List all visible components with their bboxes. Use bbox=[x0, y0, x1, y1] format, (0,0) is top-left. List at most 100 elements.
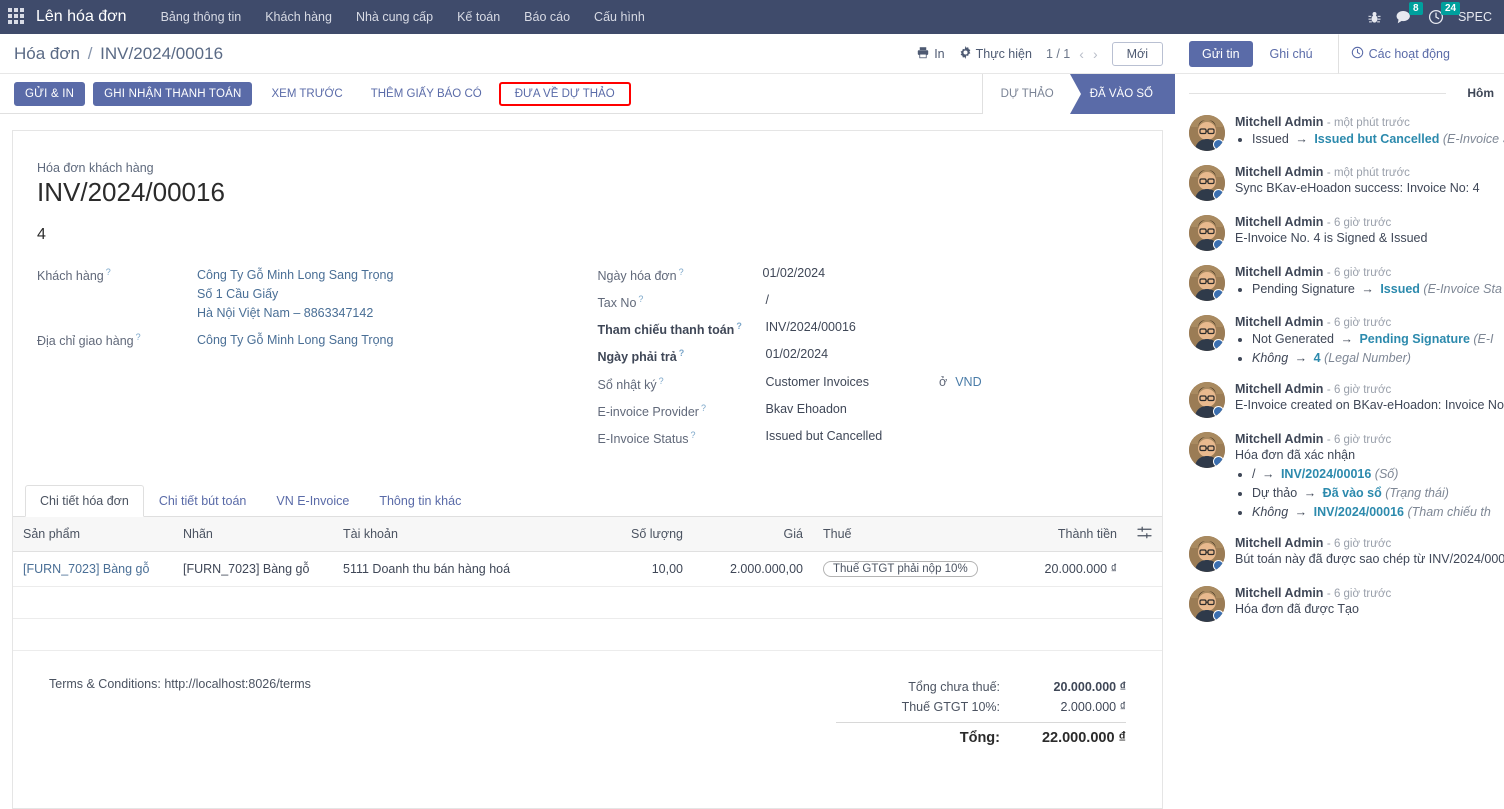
list-item[interactable]: Mitchell Admin - 6 giờ trước E-Invoice N… bbox=[1175, 208, 1504, 258]
field-payment-reference-value[interactable]: INV/2024/00016 bbox=[763, 320, 856, 334]
nav-item-customers[interactable]: Khách hàng bbox=[253, 0, 344, 34]
cell-label[interactable]: [FURN_7023] Bàng gỗ bbox=[173, 552, 333, 587]
avatar[interactable] bbox=[1189, 115, 1225, 151]
reset-to-draft-button[interactable]: ĐƯA VỀ DỰ THẢO bbox=[499, 82, 631, 106]
help-icon[interactable]: ? bbox=[691, 430, 696, 440]
status-posted[interactable]: ĐÃ VÀO SỔ bbox=[1070, 74, 1175, 114]
column-product[interactable]: Sản phẩm bbox=[13, 517, 173, 552]
list-item[interactable]: Mitchell Admin - 6 giờ trước E-Invoice c… bbox=[1175, 375, 1504, 425]
column-account[interactable]: Tài khoản bbox=[333, 517, 583, 552]
cell-quantity[interactable]: 10,00 bbox=[583, 552, 693, 587]
list-item[interactable]: Mitchell Admin - 6 giờ trước Hóa đơn đã … bbox=[1175, 425, 1504, 529]
field-due-date-label: Ngày phải trả? bbox=[598, 347, 763, 364]
column-label[interactable]: Nhãn bbox=[173, 517, 333, 552]
message-author[interactable]: Mitchell Admin bbox=[1235, 165, 1323, 179]
chevron-left-icon[interactable]: ‹ bbox=[1079, 46, 1084, 62]
field-einvoice-status-value[interactable]: Issued but Cancelled bbox=[763, 429, 883, 443]
column-price[interactable]: Giá bbox=[693, 517, 813, 552]
avatar[interactable] bbox=[1189, 315, 1225, 351]
help-icon[interactable]: ? bbox=[679, 348, 685, 358]
table-row-empty[interactable] bbox=[13, 619, 1162, 651]
avatar[interactable] bbox=[1189, 265, 1225, 301]
message-author[interactable]: Mitchell Admin bbox=[1235, 382, 1323, 396]
list-item[interactable]: Mitchell Admin - 6 giờ trước Pending Sig… bbox=[1175, 258, 1504, 308]
tab-other-info[interactable]: Thông tin khác bbox=[364, 485, 476, 517]
avatar[interactable] bbox=[1189, 432, 1225, 468]
message-author[interactable]: Mitchell Admin bbox=[1235, 115, 1323, 129]
table-row[interactable]: [FURN_7023] Bàng gỗ [FURN_7023] Bàng gỗ … bbox=[13, 552, 1162, 587]
message-author[interactable]: Mitchell Admin bbox=[1235, 586, 1323, 600]
cell-account[interactable]: 5111 Doanh thu bán hàng hoá bbox=[333, 552, 583, 587]
column-subtotal[interactable]: Thành tiền bbox=[993, 517, 1127, 552]
help-icon[interactable]: ? bbox=[736, 321, 742, 331]
notebook: Chi tiết hóa đơn Chi tiết bút toán VN E-… bbox=[13, 484, 1162, 651]
app-brand-name[interactable]: Lên hóa đơn bbox=[36, 8, 127, 26]
bug-icon[interactable] bbox=[1367, 10, 1382, 25]
register-payment-button[interactable]: GHI NHẬN THANH TOÁN bbox=[93, 82, 252, 106]
list-item[interactable]: Mitchell Admin - 6 giờ trước Hóa đơn đã … bbox=[1175, 579, 1504, 629]
new-button[interactable]: Mới bbox=[1112, 42, 1163, 66]
action-button[interactable]: Thực hiện bbox=[959, 46, 1032, 62]
nav-item-vendors[interactable]: Nhà cung cấp bbox=[344, 0, 445, 34]
column-quantity[interactable]: Số lượng bbox=[583, 517, 693, 552]
help-icon[interactable]: ? bbox=[701, 403, 706, 413]
log-note-button[interactable]: Ghi chú bbox=[1257, 41, 1326, 67]
message-author[interactable]: Mitchell Admin bbox=[1235, 315, 1323, 329]
avatar[interactable] bbox=[1189, 215, 1225, 251]
user-menu[interactable]: SPEC bbox=[1458, 10, 1492, 24]
field-einvoice-provider-value[interactable]: Bkav Ehoadon bbox=[763, 402, 847, 416]
nav-item-accounting[interactable]: Kế toán bbox=[445, 0, 512, 34]
clock-icon[interactable]: 24 bbox=[1428, 9, 1444, 25]
tab-vn-einvoice[interactable]: VN E-Invoice bbox=[261, 485, 364, 517]
avatar[interactable] bbox=[1189, 536, 1225, 572]
cell-price[interactable]: 2.000.000,00 bbox=[693, 552, 813, 587]
chevron-right-icon[interactable]: › bbox=[1093, 46, 1098, 62]
nav-item-configuration[interactable]: Cấu hình bbox=[582, 0, 657, 34]
help-icon[interactable]: ? bbox=[106, 267, 111, 277]
column-taxes[interactable]: Thuế bbox=[813, 517, 993, 552]
apps-grid-icon[interactable] bbox=[8, 8, 26, 26]
help-icon[interactable]: ? bbox=[659, 376, 664, 386]
field-tax-no-value[interactable]: / bbox=[763, 293, 769, 307]
list-item[interactable]: Mitchell Admin - 6 giờ trước Bút toán nà… bbox=[1175, 529, 1504, 579]
schedule-activity-button[interactable]: Các hoạt động bbox=[1338, 34, 1463, 74]
table-row-empty[interactable] bbox=[13, 587, 1162, 619]
cell-taxes[interactable]: Thuế GTGT phải nộp 10% bbox=[813, 552, 993, 587]
help-icon[interactable]: ? bbox=[679, 267, 684, 277]
breadcrumb-root[interactable]: Hóa đơn bbox=[14, 44, 80, 63]
avatar[interactable] bbox=[1189, 382, 1225, 418]
preview-button[interactable]: XEM TRƯỚC bbox=[260, 82, 353, 106]
send-message-button[interactable]: Gửi tin bbox=[1189, 41, 1253, 67]
send-and-print-button[interactable]: GỬI & IN bbox=[14, 82, 85, 106]
message-author[interactable]: Mitchell Admin bbox=[1235, 215, 1323, 229]
message-author[interactable]: Mitchell Admin bbox=[1235, 536, 1323, 550]
chat-bubble-icon[interactable]: 8 bbox=[1396, 9, 1414, 25]
journal-name[interactable]: Customer Invoices bbox=[766, 375, 870, 389]
nav-item-dashboard[interactable]: Bảng thông tin bbox=[149, 0, 254, 34]
help-icon[interactable]: ? bbox=[638, 294, 643, 304]
nav-item-reporting[interactable]: Báo cáo bbox=[512, 0, 582, 34]
sliders-icon[interactable] bbox=[1127, 517, 1162, 552]
currency-value[interactable]: VND bbox=[955, 375, 981, 389]
add-credit-note-button[interactable]: THÊM GIẤY BÁO CÓ bbox=[360, 82, 493, 106]
totals-block: Tổng chưa thuế: 20.000.000 ₫ Thuế GTGT 1… bbox=[836, 677, 1126, 749]
cell-product[interactable]: [FURN_7023] Bàng gỗ bbox=[13, 552, 173, 587]
tab-journal-items[interactable]: Chi tiết bút toán bbox=[144, 485, 262, 517]
list-item[interactable]: Mitchell Admin - một phút trước Issued →… bbox=[1175, 108, 1504, 158]
tab-invoice-lines[interactable]: Chi tiết hóa đơn bbox=[25, 485, 144, 517]
field-due-date-value[interactable]: 01/02/2024 bbox=[763, 347, 829, 361]
list-item[interactable]: Mitchell Admin - một phút trước Sync BKa… bbox=[1175, 158, 1504, 208]
avatar[interactable] bbox=[1189, 165, 1225, 201]
total-tax-label[interactable]: Thuế GTGT 10%: bbox=[902, 700, 1016, 714]
list-item[interactable]: Mitchell Admin - 6 giờ trước Not Generat… bbox=[1175, 308, 1504, 375]
chatter-messages[interactable]: Hôm bbox=[1175, 74, 1504, 809]
message-author[interactable]: Mitchell Admin bbox=[1235, 432, 1323, 446]
field-partner-value[interactable]: Công Ty Gỗ Minh Long Sang Trọng Số 1 Cầu… bbox=[197, 266, 393, 323]
field-delivery-address-value[interactable]: Công Ty Gỗ Minh Long Sang Trọng bbox=[197, 331, 393, 350]
help-icon[interactable]: ? bbox=[136, 332, 141, 342]
print-button[interactable]: In bbox=[916, 46, 944, 62]
status-draft[interactable]: DỰ THẢO bbox=[983, 74, 1070, 114]
message-author[interactable]: Mitchell Admin bbox=[1235, 265, 1323, 279]
avatar[interactable] bbox=[1189, 586, 1225, 622]
field-invoice-date-value[interactable]: 01/02/2024 bbox=[763, 266, 826, 280]
